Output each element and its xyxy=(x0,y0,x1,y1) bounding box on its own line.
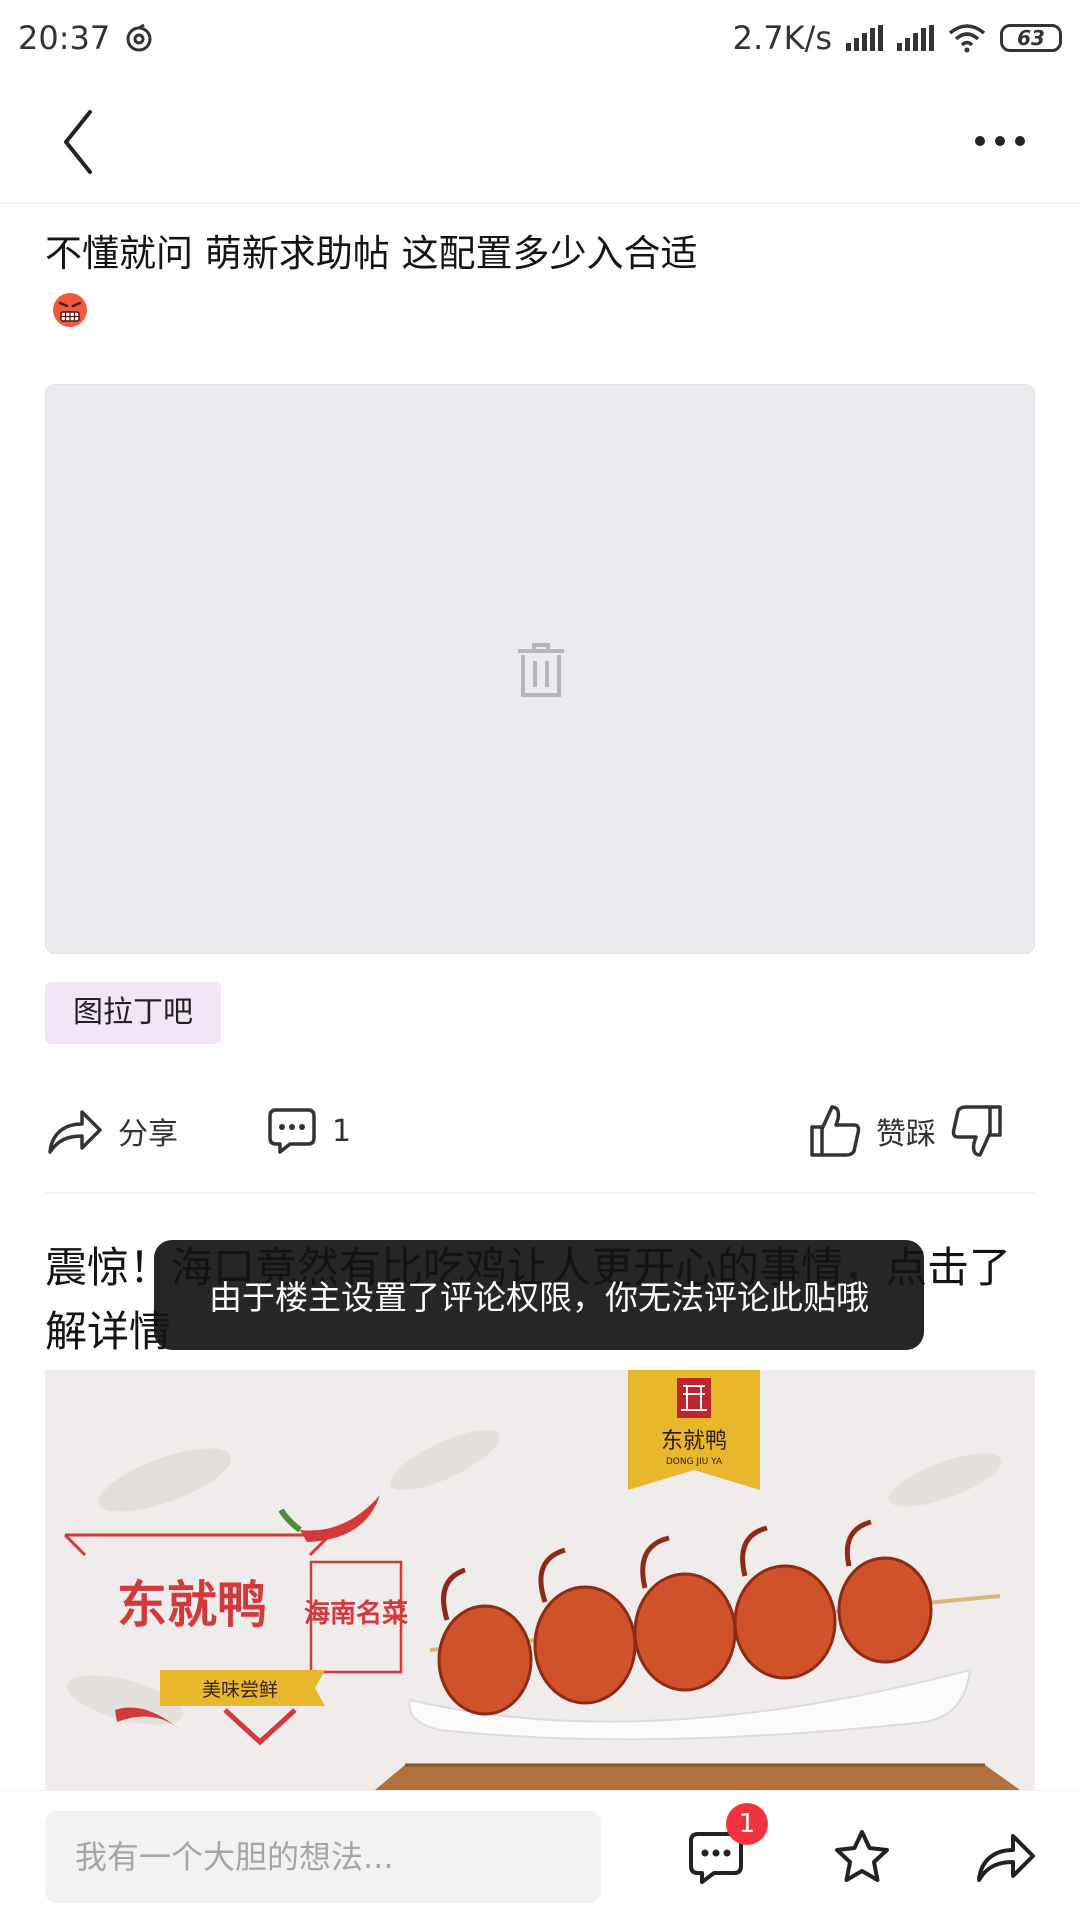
trash-icon xyxy=(518,643,564,697)
status-right: 2.7K/s 63 xyxy=(733,19,1062,57)
thumbs-up-icon[interactable] xyxy=(808,1103,862,1159)
comment-count-badge: 1 xyxy=(726,1803,768,1845)
comment-bubble-icon xyxy=(268,1108,316,1154)
nav-bar xyxy=(0,76,1080,204)
status-bar: 20:37 2.7K/s 63 xyxy=(0,0,1080,76)
netease-cloud-music-icon xyxy=(126,23,152,52)
ad-banner-image[interactable]: 东就鸭 DONG JIU YA 东就鸭 海南名菜 美味尝鲜 xyxy=(45,1370,1035,1790)
comment-input[interactable] xyxy=(45,1811,601,1903)
clock: 20:37 xyxy=(18,19,111,57)
brand-name: 东就鸭 xyxy=(661,1429,727,1454)
forum-tag[interactable]: 图拉丁吧 xyxy=(45,982,221,1044)
share-label: 分享 xyxy=(118,1117,178,1152)
thumbs-down-icon[interactable] xyxy=(950,1103,1004,1159)
ad-tagline: 美味尝鲜 xyxy=(202,1679,278,1701)
star-icon xyxy=(835,1830,889,1882)
share-button[interactable] xyxy=(966,1817,1046,1897)
battery-icon: 63 xyxy=(1000,24,1062,52)
share-icon xyxy=(977,1834,1035,1882)
angry-face-icon xyxy=(53,293,87,327)
signal-icon xyxy=(846,25,883,51)
wifi-icon xyxy=(948,24,986,53)
ad-brand-calligraphy: 东就鸭 xyxy=(117,1575,267,1634)
bottom-bar: 1 xyxy=(0,1790,1080,1920)
vote-label: 赞踩 xyxy=(876,1117,936,1152)
more-button[interactable] xyxy=(960,116,1040,166)
signal-icon xyxy=(897,25,934,51)
comment-action[interactable]: 1 xyxy=(266,1090,351,1172)
ad-slogan-badge: 海南名菜 xyxy=(304,1598,408,1629)
toast-message: 由于楼主设置了评论权限，你无法评论此贴哦 xyxy=(154,1240,924,1350)
divider xyxy=(45,1192,1035,1193)
brand-logo-icon xyxy=(677,1378,711,1418)
post-title[interactable]: 不懂就问 萌新求助帖 这配置多少入合适 xyxy=(45,226,1035,282)
ad-banner-graphic: 东就鸭 DONG JIU YA 东就鸭 海南名菜 美味尝鲜 xyxy=(63,1370,1020,1790)
back-button[interactable] xyxy=(52,104,122,180)
post-image-placeholder[interactable] xyxy=(45,384,1035,954)
share-arrow-icon xyxy=(48,1110,102,1154)
post-action-row: 分享 1 赞踩 xyxy=(0,1090,1080,1172)
network-speed: 2.7K/s xyxy=(732,19,832,57)
favorite-button[interactable] xyxy=(822,1817,902,1897)
back-arrow-icon xyxy=(64,110,92,174)
vote-action[interactable]: 赞踩 xyxy=(808,1090,1004,1172)
comment-count: 1 xyxy=(332,1113,352,1149)
status-left: 20:37 xyxy=(18,19,154,57)
more-dots-icon xyxy=(975,136,985,146)
brand-pinyin: DONG JIU YA xyxy=(666,1457,723,1467)
share-action[interactable]: 分享 xyxy=(46,1090,178,1172)
